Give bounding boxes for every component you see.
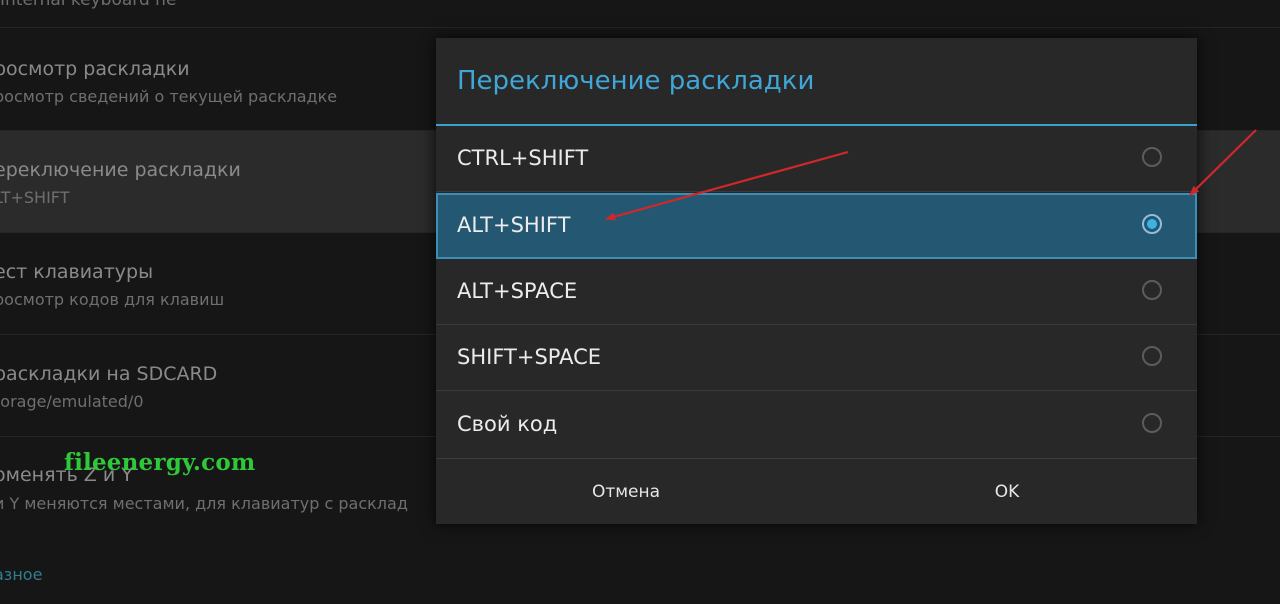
pref-title: ест клавиатуры: [0, 261, 154, 283]
radio-checked-icon[interactable]: [1142, 214, 1162, 234]
option-label: CTRL+SHIFT: [457, 146, 589, 170]
ok-button[interactable]: OK: [817, 459, 1197, 524]
option-custom-code[interactable]: Свой код: [436, 392, 1197, 458]
option-label: ALT+SPACE: [457, 279, 578, 303]
option-label: Свой код: [457, 412, 558, 436]
option-ctrl-shift[interactable]: CTRL+SHIFT: [436, 126, 1197, 192]
option-shift-space[interactable]: SHIFT+SPACE: [436, 325, 1197, 391]
radio-unchecked-icon[interactable]: [1142, 413, 1162, 433]
option-alt-shift[interactable]: ALT+SHIFT: [436, 193, 1197, 259]
option-label: SHIFT+SPACE: [457, 345, 602, 369]
radio-dot: [1147, 219, 1157, 229]
pref-summary: torage/emulated/0: [0, 392, 144, 411]
pref-summary: и Y меняются местами, для клавиатур с ра…: [0, 494, 408, 513]
cancel-button[interactable]: Отмена: [436, 459, 816, 524]
pref-summary: LT+SHIFT: [0, 188, 70, 207]
pref-title: ереключение раскладки: [0, 159, 241, 181]
option-label: ALT+SHIFT: [457, 213, 571, 237]
cut-off-pref-title: Internal keyboard ne: [0, 0, 1280, 28]
radio-unchecked-icon[interactable]: [1142, 280, 1162, 300]
radio-unchecked-icon[interactable]: [1142, 147, 1162, 167]
dialog-title: Переключение раскладки: [457, 66, 815, 96]
section-header: азное: [0, 565, 43, 584]
pref-title: раскладки на SDCARD: [0, 363, 218, 385]
option-alt-space[interactable]: ALT+SPACE: [436, 259, 1197, 325]
pref-summary: росмотр кодов для клавиш: [0, 290, 225, 309]
layout-switch-dialog: Переключение раскладки CTRL+SHIFT ALT+SH…: [436, 38, 1197, 524]
watermark: fileenergy.com: [64, 449, 256, 476]
pref-summary: росмотр сведений о текущей раскладке: [0, 87, 338, 106]
pref-title: росмотр раскладки: [0, 58, 190, 80]
screen: Internal keyboard ne росмотр раскладки р…: [0, 0, 1280, 604]
radio-unchecked-icon[interactable]: [1142, 346, 1162, 366]
